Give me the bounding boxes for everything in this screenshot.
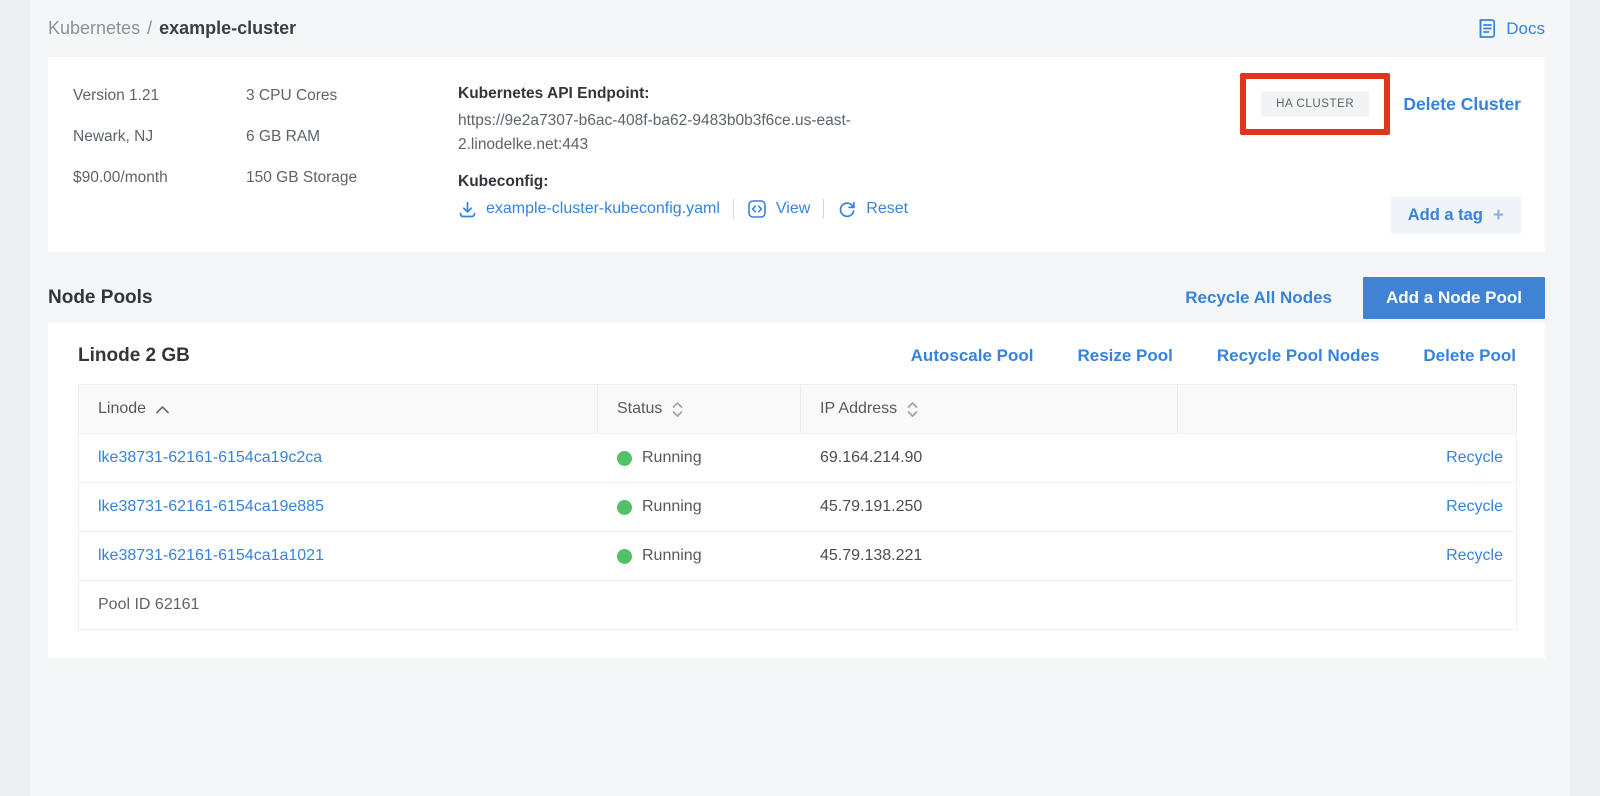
docs-link[interactable]: Docs — [1477, 18, 1545, 39]
breadcrumb-current: example-cluster — [159, 18, 296, 38]
kubeconfig-file-label: example-cluster-kubeconfig.yaml — [486, 200, 720, 218]
view-label: View — [776, 200, 810, 218]
endpoint-block: Kubernetes API Endpoint: https://9e2a730… — [458, 85, 928, 234]
reset-label: Reset — [866, 200, 908, 218]
spec-column-1: Version 1.21 Newark, NJ $90.00/month — [73, 87, 246, 234]
cluster-version: Version 1.21 — [73, 87, 246, 128]
breadcrumb-section[interactable]: Kubernetes — [48, 18, 140, 38]
column-label-status: Status — [617, 400, 662, 418]
api-endpoint-url: https://9e2a7307-b6ac-408f-ba62-9483b0b3… — [458, 109, 908, 157]
api-endpoint-label: Kubernetes API Endpoint: — [458, 85, 928, 103]
column-header-ip-address[interactable]: IP Address — [801, 385, 1178, 433]
cluster-ram: 6 GB RAM — [246, 128, 458, 169]
sort-toggle-icon — [671, 400, 684, 419]
cluster-price: $90.00/month — [73, 169, 246, 210]
breadcrumb-separator: / — [147, 18, 152, 38]
table-row: lke38731-62161-6154ca1a1021 Running 45.7… — [79, 531, 1516, 580]
docs-icon — [1477, 18, 1498, 39]
recycle-pool-nodes-button[interactable]: Recycle Pool Nodes — [1217, 346, 1380, 366]
nodes-table: Linode Status IP Address — [78, 384, 1517, 630]
kubeconfig-actions-row: example-cluster-kubeconfig.yaml View — [458, 199, 928, 219]
divider — [733, 199, 734, 219]
resize-pool-button[interactable]: Resize Pool — [1077, 346, 1172, 366]
reset-icon — [837, 199, 857, 219]
ha-cluster-annotation-box: HA CLUSTER — [1240, 73, 1390, 135]
node-pools-header: Node Pools Recycle All Nodes Add a Node … — [48, 277, 1545, 318]
docs-label: Docs — [1506, 19, 1545, 39]
column-header-status[interactable]: Status — [598, 385, 801, 433]
pool-head: Linode 2 GB Autoscale Pool Resize Pool R… — [48, 323, 1545, 382]
column-header-linode[interactable]: Linode — [79, 385, 598, 433]
kubeconfig-download-link[interactable]: example-cluster-kubeconfig.yaml — [458, 200, 720, 219]
status-running-icon — [617, 451, 632, 466]
divider — [823, 199, 824, 219]
kubeconfig-label: Kubeconfig: — [458, 173, 928, 191]
plus-icon: + — [1493, 206, 1504, 225]
recycle-node-button[interactable]: Recycle — [1446, 498, 1503, 516]
node-pools-header-actions: Recycle All Nodes Add a Node Pool — [1185, 277, 1545, 319]
page: Kubernetes / example-cluster Docs Version … — [30, 0, 1570, 796]
top-bar: Kubernetes / example-cluster Docs — [48, 0, 1545, 57]
spec-column-2: 3 CPU Cores 6 GB RAM 150 GB Storage — [246, 87, 458, 234]
recycle-all-nodes-button[interactable]: Recycle All Nodes — [1185, 288, 1332, 308]
table-row: lke38731-62161-6154ca19c2ca Running 69.1… — [79, 433, 1516, 482]
node-link[interactable]: lke38731-62161-6154ca19e885 — [98, 498, 324, 515]
sort-toggle-icon — [906, 400, 919, 419]
status-label: Running — [642, 449, 702, 467]
ha-cluster-badge: HA CLUSTER — [1261, 91, 1369, 117]
kubeconfig-reset-link[interactable]: Reset — [837, 199, 908, 219]
node-link[interactable]: lke38731-62161-6154ca1a1021 — [98, 547, 324, 564]
node-pool-panel: Linode 2 GB Autoscale Pool Resize Pool R… — [48, 323, 1545, 658]
pool-name: Linode 2 GB — [78, 345, 190, 367]
nodes-table-header: Linode Status IP Address — [79, 385, 1516, 433]
node-link[interactable]: lke38731-62161-6154ca19c2ca — [98, 449, 322, 466]
add-tag-button[interactable]: Add a tag + — [1391, 197, 1521, 234]
recycle-node-button[interactable]: Recycle — [1446, 547, 1503, 565]
status-label: Running — [642, 498, 702, 516]
recycle-node-button[interactable]: Recycle — [1446, 449, 1503, 467]
status-label: Running — [642, 547, 702, 565]
node-ip: 45.79.191.250 — [801, 498, 1178, 516]
status-running-icon — [617, 500, 632, 515]
download-icon — [458, 200, 477, 219]
pool-id-label: Pool ID 62161 — [79, 596, 199, 614]
cluster-region: Newark, NJ — [73, 128, 246, 169]
node-ip: 69.164.214.90 — [801, 449, 1178, 467]
sort-ascending-icon — [155, 405, 170, 414]
column-header-actions — [1178, 385, 1516, 433]
cluster-cpu: 3 CPU Cores — [246, 87, 458, 128]
node-pools-title: Node Pools — [48, 287, 153, 309]
cluster-storage: 150 GB Storage — [246, 169, 458, 210]
add-node-pool-button[interactable]: Add a Node Pool — [1363, 277, 1545, 319]
table-footer: Pool ID 62161 — [79, 580, 1516, 629]
delete-pool-button[interactable]: Delete Pool — [1423, 346, 1516, 366]
status-running-icon — [617, 549, 632, 564]
summary-right-column: HA CLUSTER Delete Cluster Add a tag + — [1240, 73, 1521, 234]
column-label-ip-address: IP Address — [820, 400, 897, 418]
kubeconfig-view-link[interactable]: View — [747, 199, 810, 219]
ha-delete-row: HA CLUSTER Delete Cluster — [1240, 73, 1521, 135]
breadcrumb: Kubernetes / example-cluster — [48, 18, 296, 39]
delete-cluster-button[interactable]: Delete Cluster — [1403, 94, 1521, 115]
pool-actions: Autoscale Pool Resize Pool Recycle Pool … — [911, 346, 1516, 366]
kubeconfig-block: Kubeconfig: example-cluster-kubeconfig.y… — [458, 173, 928, 219]
autoscale-pool-button[interactable]: Autoscale Pool — [911, 346, 1034, 366]
code-view-icon — [747, 199, 767, 219]
node-ip: 45.79.138.221 — [801, 547, 1178, 565]
column-label-linode: Linode — [98, 400, 146, 418]
cluster-summary-panel: Version 1.21 Newark, NJ $90.00/month 3 C… — [48, 57, 1545, 252]
table-row: lke38731-62161-6154ca19e885 Running 45.7… — [79, 482, 1516, 531]
add-tag-label: Add a tag — [1408, 206, 1483, 225]
